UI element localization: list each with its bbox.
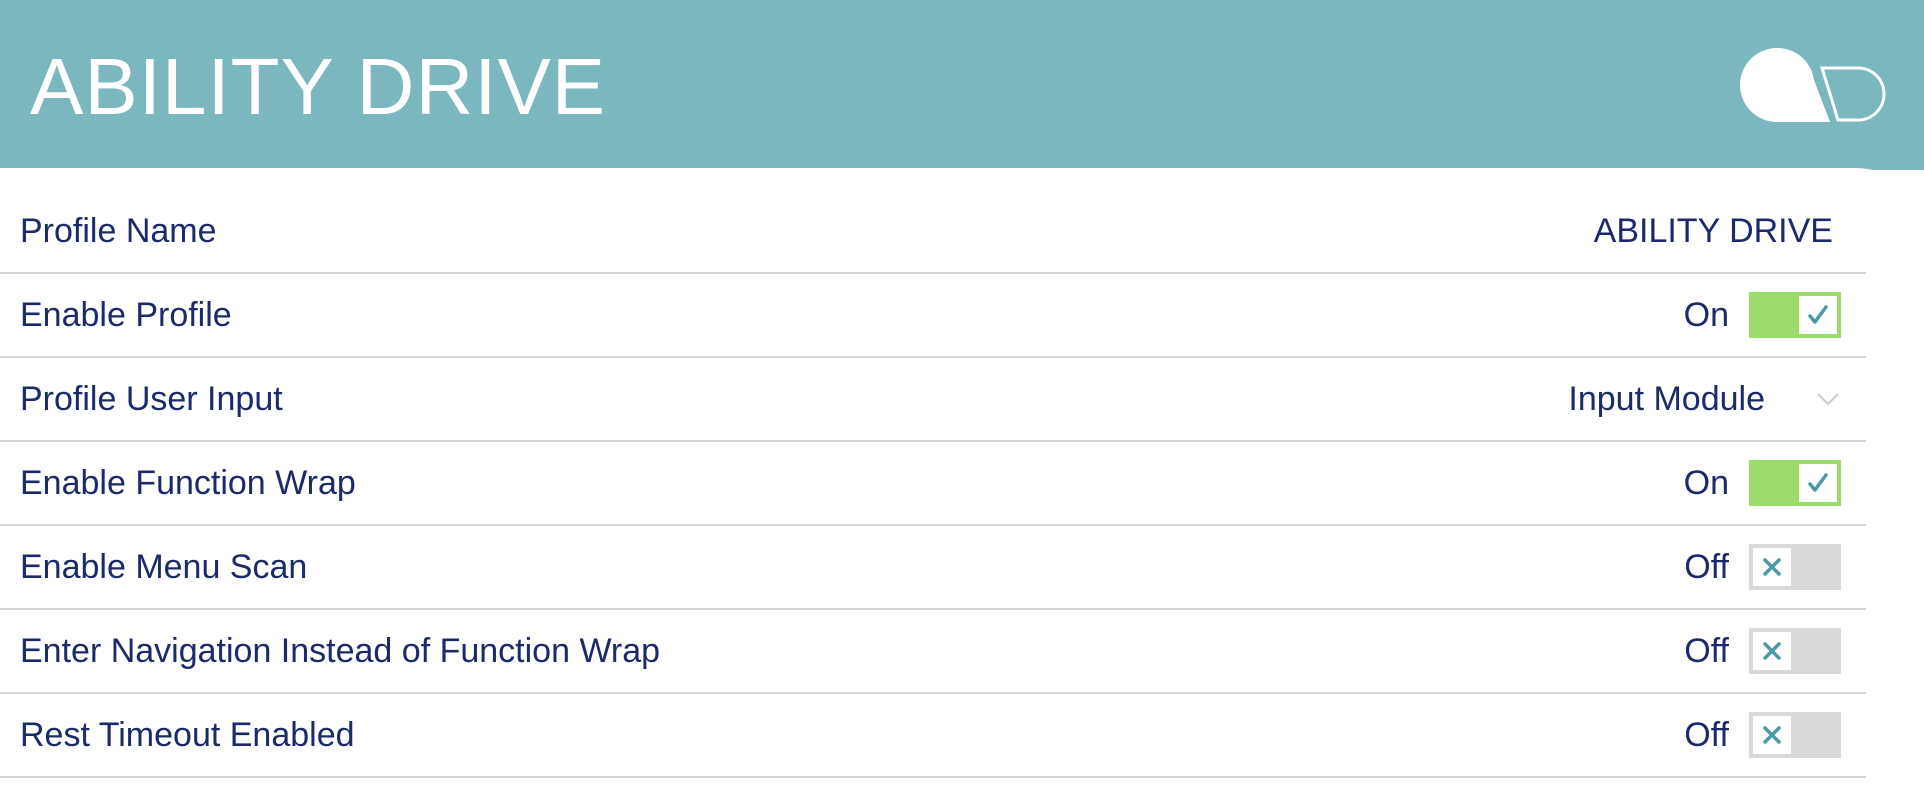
- rest-timeout-toggle[interactable]: [1749, 712, 1841, 758]
- setting-row-enable-function-wrap: Enable Function Wrap On: [0, 442, 1866, 526]
- toggle-knob: [1799, 296, 1837, 334]
- setting-row-enable-profile: Enable Profile On: [0, 274, 1866, 358]
- enable-menu-scan-toggle[interactable]: [1749, 544, 1841, 590]
- setting-label: Enable Profile: [20, 295, 232, 334]
- settings-page: ABILITY DRIVE Profile Name ABILITY DRIVE…: [0, 0, 1924, 797]
- checkmark-icon: [1808, 305, 1828, 324]
- setting-control: Off: [1684, 628, 1866, 674]
- toggle-state-label: Off: [1684, 715, 1729, 754]
- setting-row-rest-timeout: Rest Timeout Enabled Off: [0, 694, 1866, 778]
- select-value: Input Module: [1568, 379, 1765, 418]
- cross-icon: [1763, 642, 1781, 660]
- toggle-knob: [1799, 464, 1837, 502]
- setting-label: Enter Navigation Instead of Function Wra…: [20, 631, 661, 670]
- setting-row-enable-menu-scan: Enable Menu Scan Off: [0, 526, 1866, 610]
- setting-label: Enable Function Wrap: [20, 463, 356, 502]
- setting-control: Off: [1684, 544, 1866, 590]
- settings-list: Profile Name ABILITY DRIVE Enable Profil…: [0, 190, 1866, 778]
- toggle-knob: [1753, 632, 1791, 670]
- setting-control: On: [1684, 292, 1866, 338]
- setting-row-enter-navigation: Enter Navigation Instead of Function Wra…: [0, 610, 1866, 694]
- setting-control: Input Module: [1568, 380, 1866, 419]
- header-bar: ABILITY DRIVE: [0, 0, 1924, 170]
- setting-row-profile-name: Profile Name ABILITY DRIVE: [0, 190, 1866, 274]
- speech-bubble-logo-icon: [1740, 48, 1886, 122]
- cross-icon: [1763, 726, 1781, 744]
- setting-control: On: [1684, 460, 1866, 506]
- toggle-state-label: Off: [1684, 547, 1729, 586]
- setting-control: Off: [1684, 712, 1866, 758]
- setting-row-profile-user-input: Profile User Input Input Module: [0, 358, 1866, 442]
- enter-navigation-toggle[interactable]: [1749, 628, 1841, 674]
- setting-control: ABILITY DRIVE: [1594, 212, 1866, 251]
- setting-label: Profile User Input: [20, 379, 283, 418]
- profile-user-input-select[interactable]: Input Module: [1568, 380, 1841, 419]
- setting-label: Profile Name: [20, 211, 217, 250]
- enable-profile-toggle[interactable]: [1749, 292, 1841, 338]
- setting-label: Enable Menu Scan: [20, 547, 308, 586]
- page-title: ABILITY DRIVE: [30, 42, 607, 131]
- toggle-knob: [1753, 548, 1791, 586]
- chevron-down-icon: [1815, 386, 1841, 412]
- enable-function-wrap-toggle[interactable]: [1749, 460, 1841, 506]
- cross-icon: [1763, 558, 1781, 576]
- toggle-state-label: Off: [1684, 631, 1729, 670]
- toggle-state-label: On: [1683, 463, 1729, 502]
- toggle-knob: [1753, 716, 1791, 754]
- profile-name-value[interactable]: ABILITY DRIVE: [1594, 212, 1833, 251]
- toggle-state-label: On: [1683, 295, 1729, 334]
- setting-label: Rest Timeout Enabled: [20, 715, 355, 754]
- checkmark-icon: [1808, 473, 1828, 492]
